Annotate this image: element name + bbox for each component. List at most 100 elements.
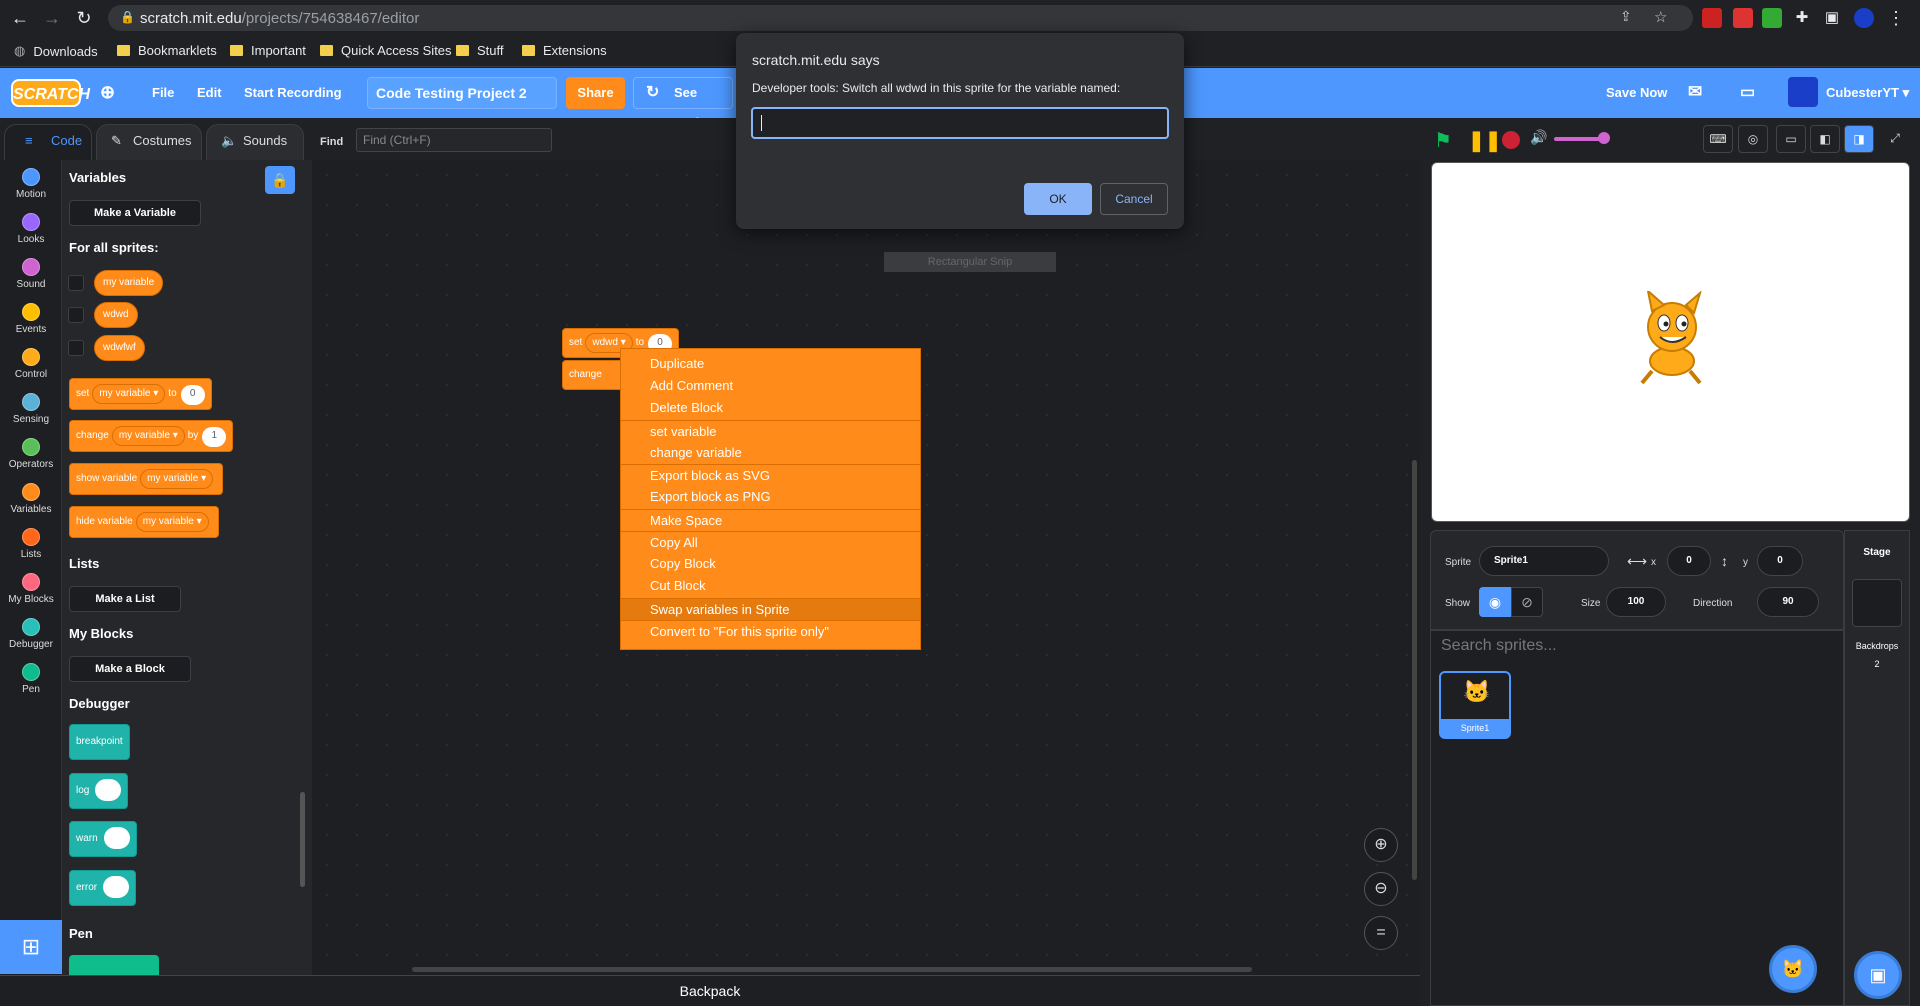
ctx-change-variable[interactable]: change variable [621, 442, 920, 464]
find-input[interactable]: Find (Ctrl+F) [356, 128, 552, 152]
menu-edit[interactable]: Edit [197, 85, 222, 100]
cancel-button[interactable]: Cancel [1100, 183, 1168, 215]
reload-icon[interactable]: ↻ [72, 6, 96, 30]
extension-ublock-icon[interactable] [1702, 8, 1722, 28]
variable-dropdown[interactable]: my variable ▾ [140, 469, 214, 489]
variable-reporter[interactable]: wdwfwf [94, 335, 145, 361]
sidebar-icon[interactable]: ▣ [1820, 6, 1844, 30]
tab-costumes[interactable]: ✎ Costumes [96, 124, 202, 160]
backpack-bar[interactable]: Backpack [0, 975, 1420, 1006]
change-variable-block[interactable]: change my variable ▾ by 1 [69, 420, 234, 452]
category-motion[interactable]: Motion [0, 168, 62, 200]
error-input[interactable] [103, 876, 130, 899]
make-variable-button[interactable]: Make a Variable [69, 200, 201, 226]
bookmark-downloads[interactable]: ◍ Downloads [14, 43, 98, 59]
category-my-blocks[interactable]: My Blocks [0, 573, 62, 605]
messages-envelope-icon[interactable]: ✉ [1688, 82, 1702, 102]
zoom-out-icon[interactable]: ⊖ [1364, 872, 1398, 906]
x-input[interactable]: 0 [1667, 546, 1711, 576]
large-stage-icon[interactable]: ◨ [1844, 125, 1874, 153]
ctx-add-comment[interactable]: Add Comment [621, 375, 920, 397]
ctx-copy-all[interactable]: Copy All [621, 531, 920, 553]
stage-thumbnail[interactable] [1852, 579, 1902, 627]
make-list-button[interactable]: Make a List [69, 586, 181, 612]
language-globe-icon[interactable]: ⊕ [100, 82, 115, 103]
category-lists[interactable]: Lists [0, 528, 62, 560]
workspace-hscrollbar[interactable] [412, 967, 1252, 972]
workspace-vscrollbar[interactable] [1412, 460, 1417, 880]
extensions-puzzle-icon[interactable]: ✚ [1790, 6, 1814, 30]
error-block[interactable]: error [69, 870, 137, 906]
size-input[interactable]: 100 [1606, 587, 1666, 617]
show-variable-block[interactable]: show variable my variable ▾ [69, 463, 224, 495]
log-block[interactable]: log [69, 773, 129, 809]
direction-input[interactable]: 90 [1757, 587, 1819, 617]
value-input[interactable]: 0 [180, 385, 205, 405]
value-input[interactable]: 1 [202, 427, 227, 447]
category-pen[interactable]: Pen [0, 663, 62, 695]
show-visible-eye-icon[interactable]: ◉ [1479, 587, 1511, 617]
category-sound[interactable]: Sound [0, 258, 62, 290]
normal-stage-icon[interactable]: ◧ [1810, 125, 1840, 153]
bookmark-extensions[interactable]: Extensions [522, 43, 607, 58]
category-debugger[interactable]: Debugger [0, 618, 62, 650]
set-variable-block[interactable]: set my variable ▾ to 0 [69, 378, 212, 410]
choose-backdrop-icon[interactable]: ▣ [1854, 951, 1902, 999]
warn-input[interactable] [103, 827, 130, 850]
category-sensing[interactable]: Sensing [0, 393, 62, 425]
browser-menu-icon[interactable]: ⋮ [1884, 6, 1908, 30]
category-operators[interactable]: Operators [0, 438, 62, 470]
extension-green-icon[interactable] [1762, 8, 1782, 28]
ctx-export-svg[interactable]: Export block as SVG [621, 464, 920, 486]
variable-checkbox[interactable] [68, 275, 84, 291]
log-input[interactable] [95, 779, 122, 802]
hide-variable-block[interactable]: hide variable my variable ▾ [69, 506, 219, 538]
ctx-cut-block[interactable]: Cut Block [621, 575, 920, 597]
volume-slider[interactable] [1554, 137, 1604, 141]
scratch-logo[interactable]: SCRATCH [11, 79, 90, 107]
sprite-thumbnail[interactable]: 🐱 Sprite1 [1439, 671, 1511, 739]
see-project-button[interactable]: ↻See Project [633, 77, 733, 130]
category-control[interactable]: Control [0, 348, 62, 380]
volume-slider-knob[interactable] [1598, 132, 1610, 144]
stage-selector[interactable]: Stage Backdrops 2 ▣ [1844, 530, 1910, 1006]
category-variables[interactable]: Variables [0, 483, 62, 515]
menu-start-recording[interactable]: Start Recording [244, 85, 342, 100]
tab-code[interactable]: ≡ Code [4, 124, 92, 160]
share-button[interactable]: Share [566, 77, 625, 109]
ctx-make-space[interactable]: Make Space [621, 509, 920, 531]
menu-file[interactable]: File [152, 85, 174, 100]
extension-mail-icon[interactable] [1733, 8, 1753, 28]
ctx-swap-variables[interactable]: Swap variables in Sprite [621, 598, 920, 620]
lock-icon[interactable]: 🔒 [265, 166, 295, 194]
ok-button[interactable]: OK [1024, 183, 1092, 215]
gamepad-icon[interactable]: ◎ [1738, 125, 1768, 153]
terminal-icon[interactable]: ⌨ [1703, 125, 1733, 153]
show-hidden-eye-icon[interactable]: ⊘ [1511, 587, 1543, 617]
variable-checkbox[interactable] [68, 307, 84, 323]
my-stuff-folder-icon[interactable]: ▭ [1740, 82, 1755, 102]
address-bar[interactable]: 🔒 scratch.mit.edu/projects/754638467/edi… [108, 5, 1693, 31]
variable-checkbox[interactable] [68, 340, 84, 356]
ctx-set-variable[interactable]: set variable [621, 420, 920, 442]
save-now-button[interactable]: Save Now [1606, 85, 1667, 100]
ctx-export-png[interactable]: Export block as PNG [621, 486, 920, 508]
variable-reporter[interactable]: my variable [94, 270, 164, 296]
choose-sprite-icon[interactable]: 🐱 [1769, 945, 1817, 993]
share-page-icon[interactable]: ⇪ [1620, 8, 1632, 25]
warn-block[interactable]: warn [69, 821, 137, 857]
y-input[interactable]: 0 [1757, 546, 1803, 576]
ctx-delete-block[interactable]: Delete Block [621, 397, 920, 419]
username-menu[interactable]: CubesterYT ▾ [1826, 85, 1909, 101]
ctx-convert-local[interactable]: Convert to "For this sprite only" [621, 620, 920, 642]
dialog-input[interactable] [751, 107, 1169, 139]
profile-avatar-icon[interactable] [1854, 8, 1874, 28]
star-icon[interactable]: ☆ [1654, 8, 1667, 26]
tab-sounds[interactable]: 🔈 Sounds [206, 124, 304, 160]
green-flag-icon[interactable]: ⚑ [1434, 128, 1452, 153]
add-extension-button[interactable]: ⊞ [0, 920, 62, 974]
make-block-button[interactable]: Make a Block [69, 656, 191, 682]
palette-scrollbar[interactable] [300, 792, 305, 887]
search-sprites-input[interactable]: Search sprites... [1441, 637, 1557, 655]
small-stage-icon[interactable]: ▭ [1776, 125, 1806, 153]
